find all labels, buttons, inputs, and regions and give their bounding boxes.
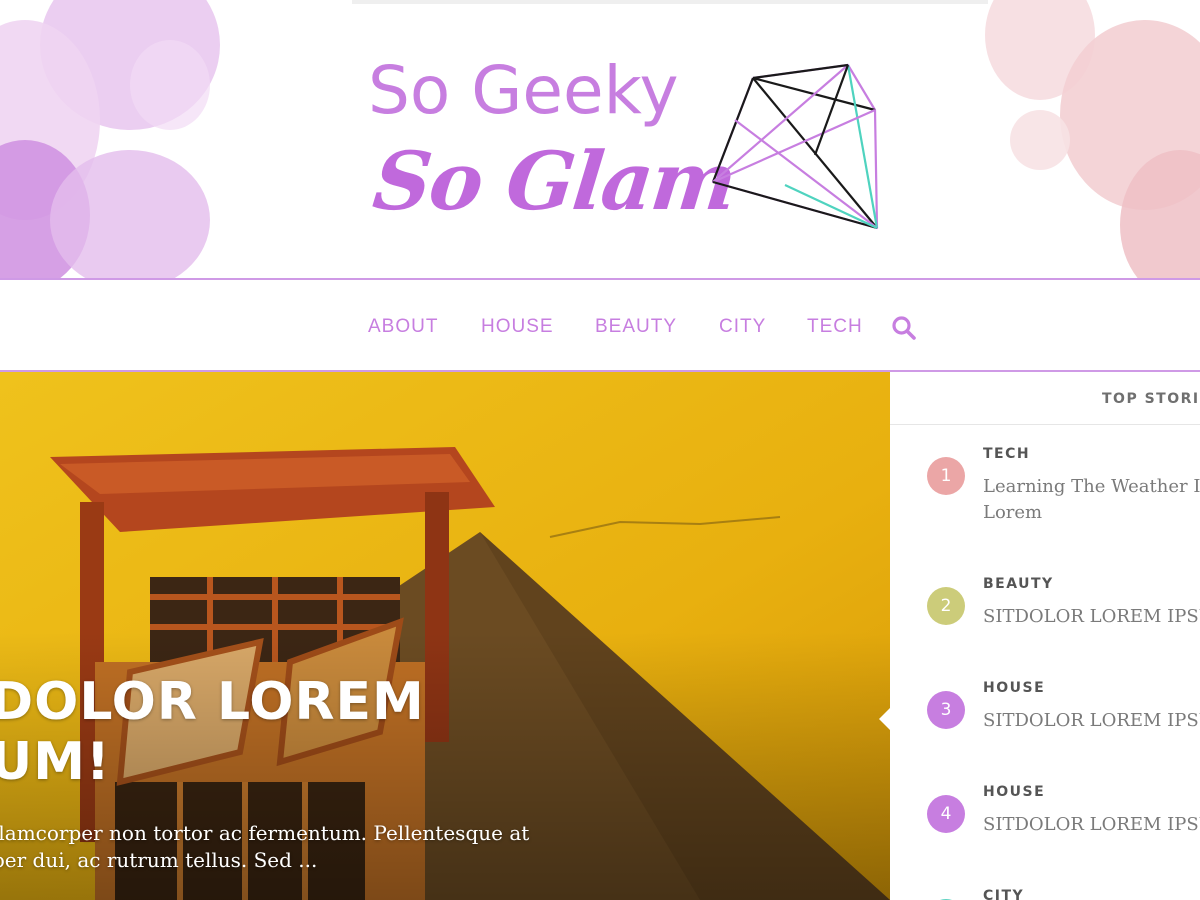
- sidebar-header: TOP STORIE: [890, 372, 1200, 425]
- story-category[interactable]: CITY: [983, 888, 1024, 900]
- story-category[interactable]: TECH: [983, 446, 1030, 462]
- story-rank-badge: 4: [927, 795, 965, 833]
- story-category[interactable]: HOUSE: [983, 680, 1045, 696]
- slider-pointer: [879, 708, 890, 730]
- story-category[interactable]: BEAUTY: [983, 576, 1054, 592]
- top-stories-sidebar: TOP STORIE 1 TECH Learning The Weather I…: [890, 372, 1200, 900]
- excerpt-line2: per dui, ac rutrum tellus. Sed ...: [0, 848, 318, 872]
- logo-text-line2: So Glam: [369, 134, 740, 228]
- featured-post-title[interactable]: DOLOR LOREM UM!: [0, 672, 630, 792]
- story-title[interactable]: SITDOLOR LOREM IPSUM: [983, 604, 1200, 630]
- header-top-rule: [352, 0, 988, 4]
- story-item[interactable]: 3 HOUSE SITDOLOR LOREM IPSUM: [890, 676, 1200, 736]
- story-category[interactable]: HOUSE: [983, 784, 1045, 800]
- story-title[interactable]: SITDOLOR LOREM IPSUM: [983, 708, 1200, 734]
- site-logo[interactable]: So Geeky So Glam: [368, 52, 739, 252]
- story-rank-badge: 2: [927, 587, 965, 625]
- story-rank-badge: 3: [927, 691, 965, 729]
- logo-text-line1: So Geeky: [368, 52, 679, 129]
- story-item[interactable]: 4 HOUSE SITDOLOR LOREM IPSUM: [890, 780, 1200, 840]
- excerpt-line1: llamcorper non tortor ac fermentum. Pell…: [0, 821, 530, 845]
- nav-item-house[interactable]: HOUSE: [481, 316, 554, 338]
- sidebar-title: TOP STORIE: [1102, 391, 1200, 407]
- story-item[interactable]: 2 BEAUTY SITDOLOR LOREM IPSUM: [890, 572, 1200, 632]
- diamond-logo-icon: [711, 63, 879, 230]
- search-icon[interactable]: [891, 315, 917, 341]
- story-title[interactable]: Learning The Weather Ins Lorem: [983, 474, 1200, 526]
- featured-post-excerpt: llamcorper non tortor ac fermentum. Pell…: [0, 820, 592, 874]
- featured-title-line1: DOLOR LOREM: [0, 672, 425, 732]
- story-title[interactable]: SITDOLOR LOREM IPSUM: [983, 812, 1200, 838]
- story-item[interactable]: CITY: [890, 884, 1200, 900]
- nav-item-about[interactable]: ABOUT: [368, 316, 438, 338]
- story-item[interactable]: 1 TECH Learning The Weather Ins Lorem: [890, 442, 1200, 532]
- site-header: So Geeky So Glam: [0, 0, 1200, 280]
- featured-post[interactable]: DOLOR LOREM UM! llamcorper non tortor ac…: [0, 372, 890, 900]
- story-rank-badge: 1: [927, 457, 965, 495]
- nav-item-tech[interactable]: TECH: [807, 316, 863, 338]
- nav-item-city[interactable]: CITY: [719, 316, 766, 338]
- featured-title-line2: UM!: [0, 732, 111, 792]
- main-nav: ABOUT HOUSE BEAUTY CITY TECH: [0, 280, 1200, 372]
- nav-item-beauty[interactable]: BEAUTY: [595, 316, 677, 338]
